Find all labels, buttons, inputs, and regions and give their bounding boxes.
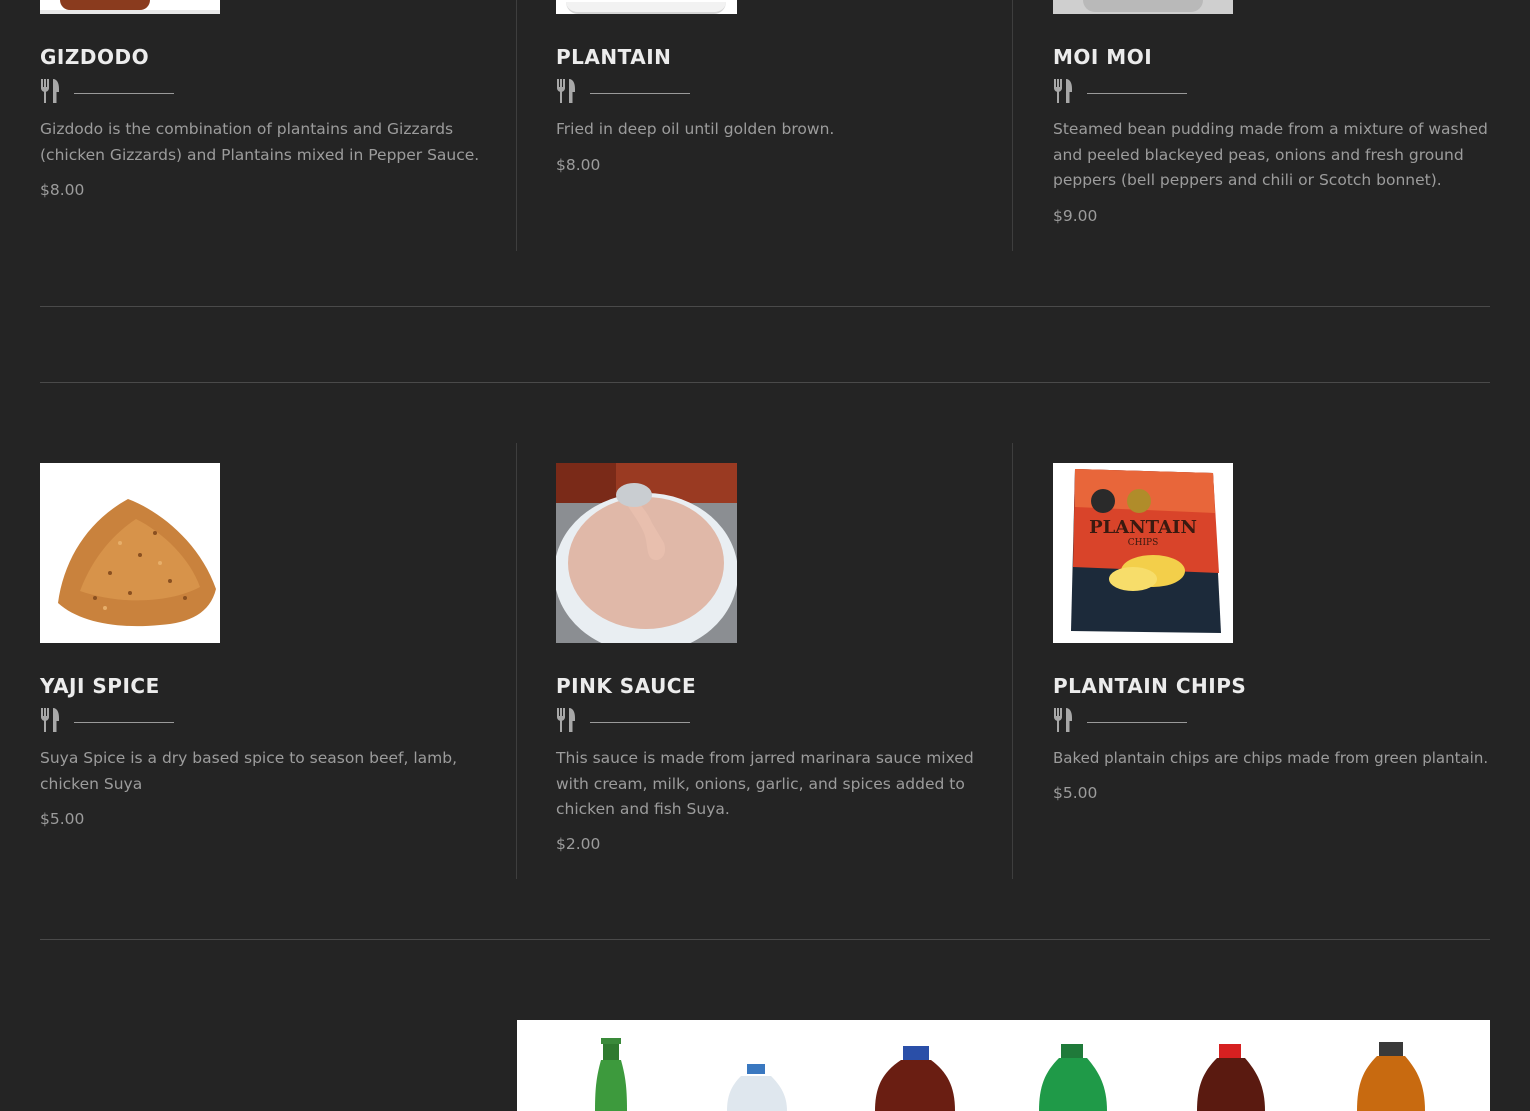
plantain-image[interactable] (556, 0, 737, 14)
column-divider (1012, 0, 1013, 251)
svg-text:PLANTAIN: PLANTAIN (1089, 517, 1197, 538)
title-rule (74, 93, 174, 94)
title-decoration (556, 79, 696, 103)
item-description: Fried in deep oil until golden brown. (556, 120, 835, 138)
column-divider (516, 0, 517, 251)
title-rule (590, 722, 690, 723)
column-divider (1012, 443, 1013, 879)
pink-sauce-image[interactable] (556, 463, 737, 643)
item-description: This sauce is made from jarred marinara … (556, 749, 974, 818)
fork-knife-icon (557, 79, 575, 103)
title-rule (1087, 93, 1187, 94)
item-description: Suya Spice is a dry based spice to seaso… (40, 749, 457, 793)
title-decoration (556, 708, 696, 732)
item-description: Baked plantain chips are chips made from… (1053, 749, 1489, 767)
svg-text:CHIPS: CHIPS (1128, 538, 1159, 548)
moi-moi-image[interactable] (1053, 0, 1233, 14)
item-title: MOI MOI (1053, 45, 1153, 69)
fork-knife-icon (41, 79, 59, 103)
fork-knife-icon (1054, 708, 1072, 732)
item-title: PINK SAUCE (556, 674, 697, 698)
item-price: $5.00 (1053, 784, 1098, 802)
yaji-spice-image[interactable] (40, 463, 220, 643)
section-divider (40, 939, 1490, 940)
item-title: YAJI SPICE (40, 674, 160, 698)
section-divider (40, 382, 1490, 383)
item-title: PLANTAIN (556, 45, 672, 69)
item-price: $8.00 (40, 181, 85, 199)
item-price: $2.00 (556, 835, 601, 853)
fork-knife-icon (557, 708, 575, 732)
fork-knife-icon (1054, 79, 1072, 103)
title-decoration (1053, 708, 1193, 732)
title-decoration (1053, 79, 1193, 103)
gizdodo-image[interactable] (40, 0, 220, 14)
title-rule (74, 722, 174, 723)
item-price: $5.00 (40, 810, 85, 828)
fork-knife-icon (41, 708, 59, 732)
plantain-chips-image[interactable]: PLANTAIN CHIPS (1053, 463, 1233, 643)
title-rule (590, 93, 690, 94)
section-divider (40, 306, 1490, 307)
item-description: Gizdodo is the combination of plantains … (40, 120, 480, 164)
item-title: GIZDODO (40, 45, 150, 69)
column-divider (516, 443, 517, 879)
item-title: PLANTAIN CHIPS (1053, 674, 1247, 698)
drinks-image[interactable] (517, 1020, 1490, 1111)
item-price: $8.00 (556, 156, 601, 174)
item-description: Steamed bean pudding made from a mixture… (1053, 120, 1488, 189)
item-price: $9.00 (1053, 207, 1098, 225)
title-rule (1087, 722, 1187, 723)
title-decoration (40, 708, 180, 732)
menu-page: GIZDODO Gizdodo is the combination of pl… (0, 0, 1530, 1111)
title-decoration (40, 79, 180, 103)
